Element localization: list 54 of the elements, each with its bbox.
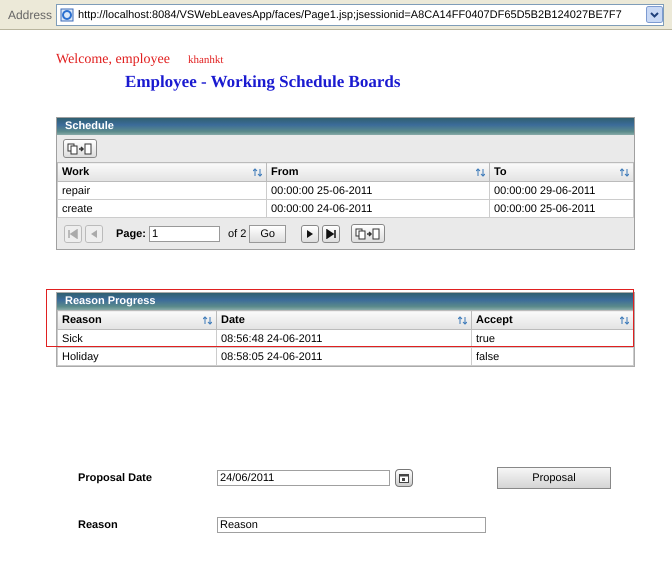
- column-header[interactable]: Accept: [472, 310, 634, 330]
- sort-icon[interactable]: [620, 316, 629, 324]
- proposal-date-label: Proposal Date: [78, 472, 153, 484]
- table-cell: 00:00:00 24-06-2011: [266, 200, 490, 218]
- sort-icon[interactable]: [203, 316, 212, 324]
- next-icon: [305, 228, 316, 238]
- proposal-button[interactable]: Proposal: [497, 467, 611, 489]
- next-page-button[interactable]: [301, 224, 320, 242]
- user-name: khanhkt: [188, 54, 224, 66]
- export-icon: [355, 228, 382, 240]
- table-cell: Holiday: [58, 348, 216, 366]
- address-field[interactable]: http://localhost:8084/VSWebLeavesApp/faces/Page1.jsp;jsessionid=A8CA14FF0407DF65D5B2B124027BE7F7: [56, 4, 664, 26]
- export-icon: [67, 142, 93, 154]
- reason-field[interactable]: Reason: [217, 517, 486, 533]
- table-cell: Sick: [58, 330, 216, 348]
- reason-label: Reason: [78, 519, 119, 531]
- date-field[interactable]: 24/06/2011: [217, 470, 390, 486]
- url-text: http://localhost:8084/VSWebLeavesApp/faces/Page1.jsp;jsessionid=A8CA14FF0407DF65D5B2B124027BE7F7: [78, 8, 623, 20]
- table-cell: false: [472, 348, 634, 366]
- first-page-icon: [68, 228, 78, 238]
- calendar-icon: [399, 474, 409, 482]
- welcome-text: Welcome, employee: [56, 52, 170, 68]
- column-header[interactable]: From: [266, 162, 490, 182]
- sort-icon[interactable]: [620, 168, 629, 176]
- address-label: Address: [8, 8, 52, 22]
- panel-header: Schedule: [57, 118, 634, 135]
- column-header[interactable]: Reason: [58, 310, 216, 330]
- go-button[interactable]: Go: [249, 224, 286, 242]
- sort-icon[interactable]: [253, 168, 262, 176]
- page-label: Page:: [116, 228, 146, 240]
- table-cell: 00:00:00 25-06-2011: [266, 182, 490, 200]
- table-cell: 00:00:00 25-06-2011: [490, 200, 634, 218]
- page-icon: [60, 8, 74, 22]
- export-button[interactable]: [63, 139, 97, 158]
- panel-header: Reason Progress: [57, 293, 634, 310]
- column-header[interactable]: Work: [58, 162, 266, 182]
- table-cell: 08:56:48 24-06-2011: [216, 330, 472, 348]
- last-page-icon: [326, 228, 336, 238]
- last-page-button[interactable]: [322, 224, 340, 242]
- table-cell: create: [58, 200, 266, 218]
- table-cell: 00:00:00 29-06-2011: [490, 182, 634, 200]
- dropdown-icon[interactable]: [646, 6, 663, 23]
- previous-icon: [89, 228, 99, 238]
- page-title: Employee - Working Schedule Boards: [125, 72, 402, 92]
- page-input[interactable]: 1: [148, 226, 220, 242]
- page-count: of 2: [228, 228, 246, 240]
- export-button[interactable]: [351, 224, 386, 243]
- column-header[interactable]: To: [490, 162, 634, 182]
- calendar-button[interactable]: [395, 469, 413, 487]
- table-cell: repair: [58, 182, 266, 200]
- column-header[interactable]: Date: [216, 310, 472, 330]
- sort-icon[interactable]: [476, 168, 485, 176]
- sort-icon[interactable]: [458, 316, 467, 324]
- table-cell: 08:58:05 24-06-2011: [216, 348, 472, 366]
